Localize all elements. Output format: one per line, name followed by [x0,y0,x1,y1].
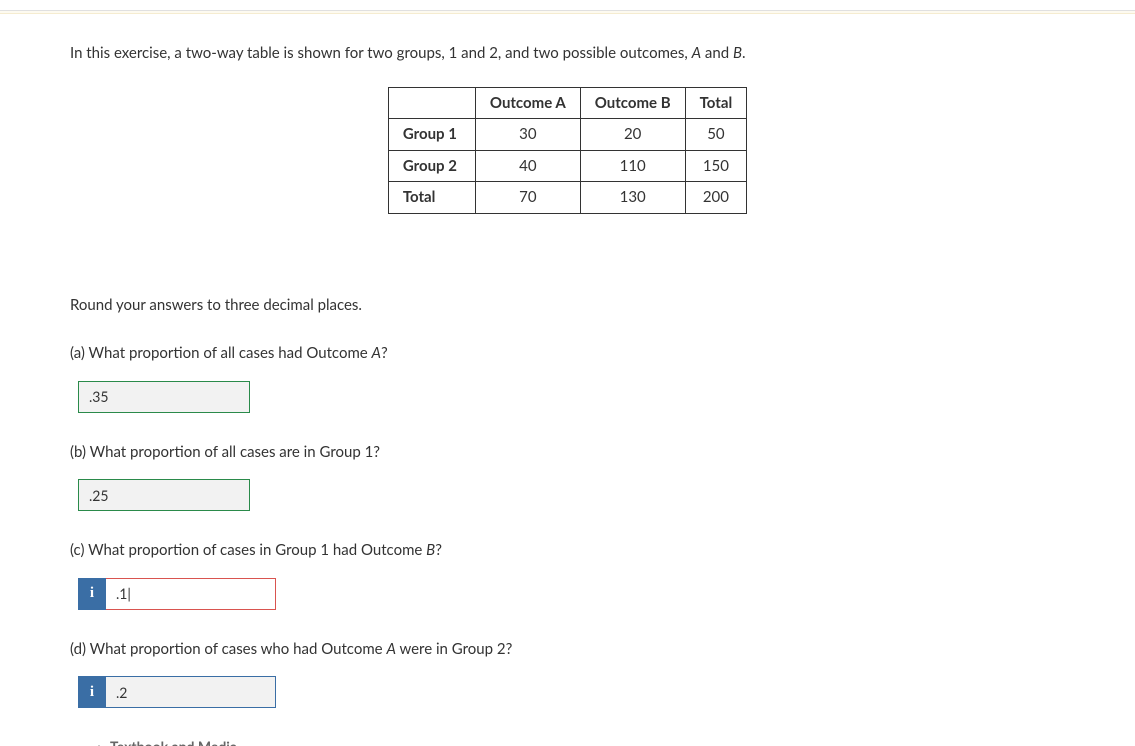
cell-g1-a: 30 [475,119,580,151]
info-icon[interactable]: i [78,578,106,610]
footer-link-label: Textbook and Media [110,738,237,746]
table-header-row: Outcome A Outcome B Total [388,87,746,119]
rounding-instructions: Round your answers to three decimal plac… [70,294,1065,317]
textbook-media-link[interactable]: Textbook and Media [70,736,1065,746]
qa-suffix: ? [381,344,388,362]
answer-input-c[interactable] [106,578,276,610]
answer-input-b[interactable] [78,479,250,511]
cell-g2-b: 110 [580,150,685,182]
intro-suffix: . [742,44,746,62]
row-label-total: Total [388,182,475,214]
cell-g1-b: 20 [580,119,685,151]
qd-ital: A [386,640,395,658]
question-a: (a) What proportion of all cases had Out… [70,342,1065,365]
qa-prefix: (a) What proportion of all cases had Out… [70,344,372,362]
cell-g1-total: 50 [685,119,747,151]
intro-prefix: In this exercise, a two-way table is sho… [70,44,692,62]
col-total: Total [685,87,747,119]
row-label-group2: Group 2 [388,150,475,182]
qc-suffix: ? [435,541,442,559]
intro-mid: and [701,44,733,62]
col-outcome-b: Outcome B [580,87,685,119]
question-b: (b) What proportion of all cases are in … [70,441,1065,464]
table-corner [388,87,475,119]
exercise-intro: In this exercise, a two-way table is sho… [70,42,1065,65]
qa-ital: A [372,344,381,362]
table-row: Total 70 130 200 [388,182,746,214]
answer-input-a[interactable] [78,381,250,413]
top-divider [0,10,1135,14]
table-row: Group 2 40 110 150 [388,150,746,182]
question-c: (c) What proportion of cases in Group 1 … [70,539,1065,562]
col-outcome-a: Outcome A [475,87,580,119]
cell-total-a: 70 [475,182,580,214]
table-row: Group 1 30 20 50 [388,119,746,151]
cell-total-b: 130 [580,182,685,214]
qc-prefix: (c) What proportion of cases in Group 1 … [70,541,426,559]
qd-suffix: were in Group 2? [396,640,512,658]
cell-total-total: 200 [685,182,747,214]
intro-ital-a: A [692,44,701,62]
two-way-table: Outcome A Outcome B Total Group 1 30 20 … [388,87,747,214]
qc-ital: B [426,541,435,559]
intro-ital-b: B [733,44,742,62]
cell-g2-a: 40 [475,150,580,182]
info-icon[interactable]: i [78,676,106,708]
qd-prefix: (d) What proportion of cases who had Out… [70,640,386,658]
row-label-group1: Group 1 [388,119,475,151]
cell-g2-total: 150 [685,150,747,182]
answer-input-d[interactable] [106,676,276,708]
question-d: (d) What proportion of cases who had Out… [70,638,1065,661]
